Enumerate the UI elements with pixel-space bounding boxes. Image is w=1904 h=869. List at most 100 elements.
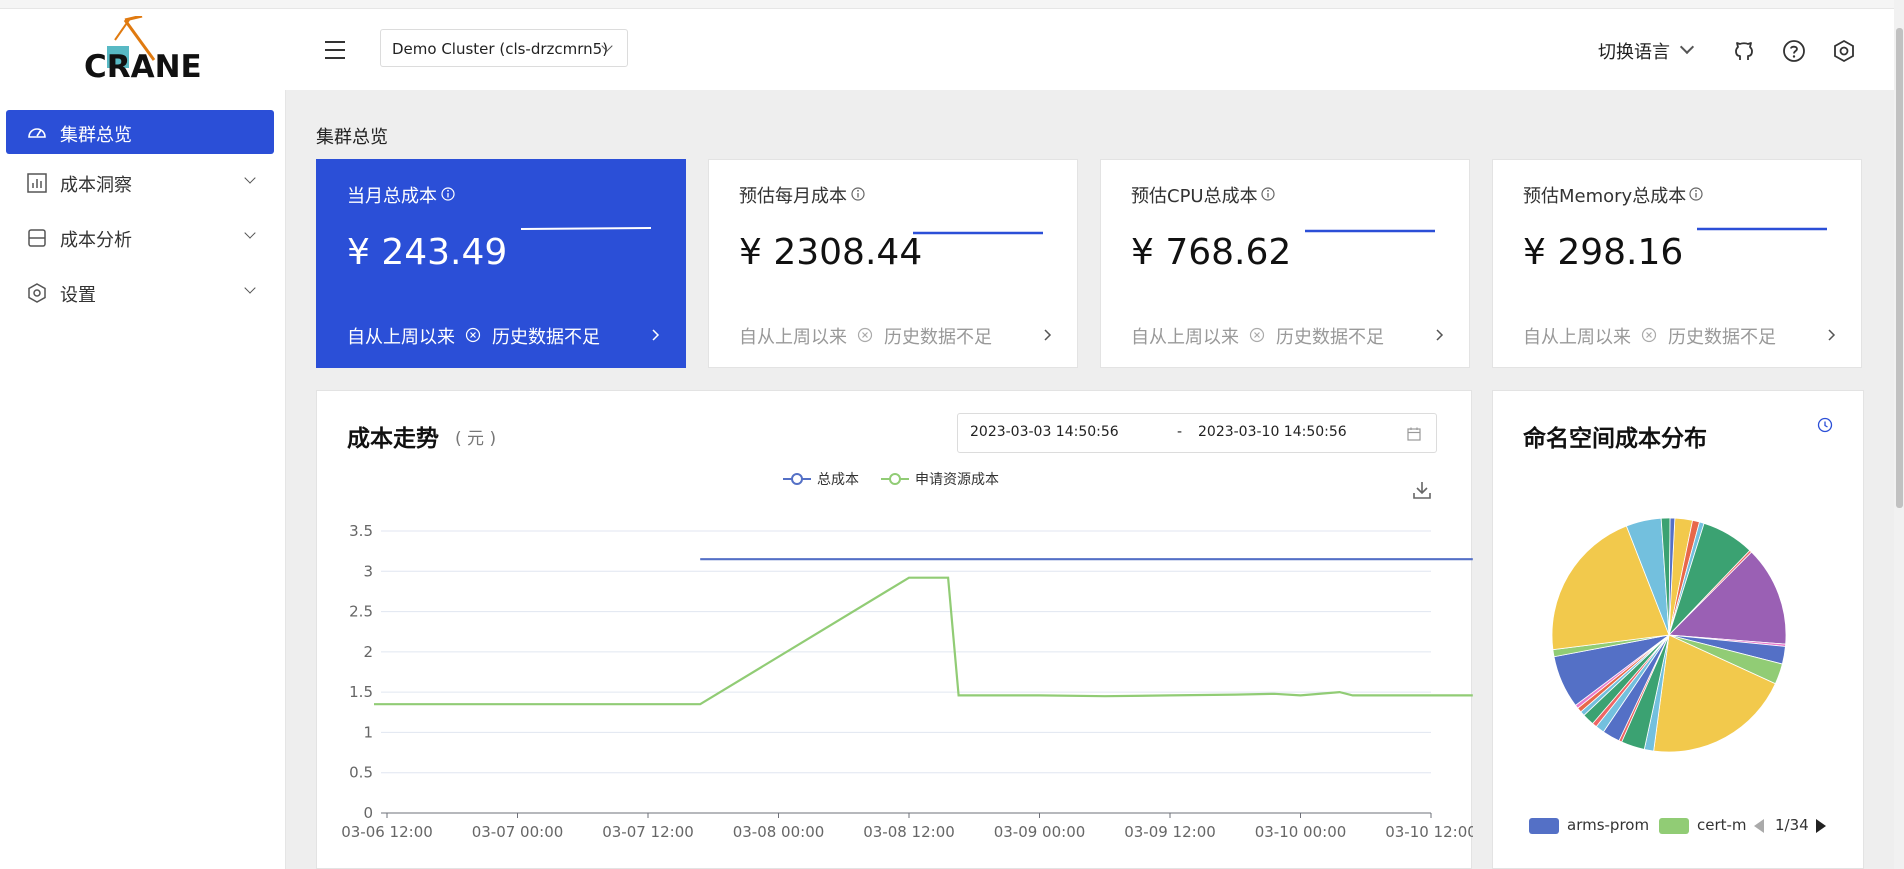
x-tick-label: 03-09 12:00: [1124, 823, 1216, 841]
close-circle-icon: [1249, 327, 1265, 343]
trend-unit: ( 元 ): [455, 429, 497, 449]
sidebar-item-label: 成本洞察: [60, 175, 132, 196]
card-since-label: 自从上周以来: [1523, 327, 1631, 348]
chevron-down-icon: [244, 172, 256, 184]
legend-label: 总成本: [817, 472, 859, 488]
cluster-select[interactable]: Demo Cluster (cls-drzcmrn5): [380, 29, 628, 67]
card-monthly-total-cost[interactable]: 当月总成本 ¥ 243.49 自从上周以来 历史数据不足: [316, 159, 686, 368]
x-tick-label: 03-09 00:00: [994, 823, 1086, 841]
legend-swatch: [1659, 818, 1689, 834]
card-value: ¥ 243.49: [347, 232, 508, 273]
sidebar-item-cost-insight[interactable]: 成本洞察: [6, 160, 274, 204]
card-status: 历史数据不足: [1668, 327, 1776, 348]
bar-chart-icon: [27, 173, 47, 193]
language-label: 切换语言: [1598, 42, 1670, 63]
card-value: ¥ 2308.44: [739, 232, 923, 273]
card-estimated-memory-cost[interactable]: 预估Memory总成本 ¥ 298.16 自从上周以来 历史数据不足: [1492, 159, 1862, 368]
y-tick-label: 2.5: [349, 603, 373, 621]
close-circle-icon: [465, 327, 481, 343]
language-switch[interactable]: 切换语言: [1598, 38, 1695, 64]
legend-marker: [783, 473, 811, 485]
info-icon[interactable]: [441, 187, 455, 201]
sparkline: [1305, 229, 1435, 233]
settings-icon[interactable]: [1832, 39, 1856, 63]
legend-label: cert-m: [1697, 816, 1747, 834]
chevron-right-icon[interactable]: [1042, 328, 1054, 342]
card-title: 预估CPU总成本: [1131, 186, 1258, 207]
card-estimated-cpu-cost[interactable]: 预估CPU总成本 ¥ 768.62 自从上周以来 历史数据不足: [1100, 159, 1470, 368]
sidebar-item-settings[interactable]: 设置: [6, 270, 274, 314]
svg-text:CRANE: CRANE: [84, 49, 202, 80]
y-tick-label: 2: [363, 643, 373, 661]
card-status: 历史数据不足: [1276, 327, 1384, 348]
x-tick-label: 03-06 12:00: [341, 823, 433, 841]
date-end: 2023-03-10 14:50:56: [1198, 424, 1347, 440]
namespace-cost-panel: 命名空间成本分布: [1492, 390, 1864, 869]
card-value: ¥ 768.62: [1131, 232, 1292, 273]
x-tick-label: 03-08 12:00: [863, 823, 955, 841]
x-tick-label: 03-10 12:00: [1385, 823, 1473, 841]
info-icon[interactable]: [1261, 187, 1275, 201]
cluster-select-value: Demo Cluster (cls-drzcmrn5): [392, 40, 609, 58]
legend-label: 申请资源成本: [915, 472, 999, 488]
y-tick-label: 3.5: [349, 522, 373, 540]
card-estimated-monthly-cost[interactable]: 预估每月成本 ¥ 2308.44 自从上周以来 历史数据不足: [708, 159, 1078, 368]
y-tick-label: 3: [363, 562, 373, 580]
chevron-down-icon: [244, 227, 256, 239]
sparkline: [913, 231, 1043, 235]
menu-toggle-icon[interactable]: [325, 41, 345, 59]
close-circle-icon: [1641, 327, 1657, 343]
sparkline: [1697, 227, 1827, 231]
card-since-label: 自从上周以来: [1131, 327, 1239, 348]
pager-next-icon[interactable]: [1814, 818, 1828, 834]
dashboard-icon: [28, 128, 46, 138]
analysis-icon: [28, 229, 46, 247]
card-since-label: 自从上周以来: [347, 327, 455, 348]
x-tick-label: 03-07 00:00: [472, 823, 564, 841]
sidebar-item-label: 集群总览: [60, 125, 132, 146]
browser-edge: [0, 0, 1904, 9]
card-title: 预估Memory总成本: [1523, 186, 1687, 207]
series-line-1: [374, 576, 1473, 706]
sidebar-item-cost-analysis[interactable]: 成本分析: [6, 215, 274, 259]
card-since-label: 自从上周以来: [739, 327, 847, 348]
sparkline: [521, 227, 651, 230]
card-title: 当月总成本: [347, 186, 437, 207]
namespace-pie-chart: [1551, 517, 1787, 753]
trend-title: 成本走势: [347, 426, 439, 452]
y-tick-label: 1: [363, 723, 373, 741]
chevron-right-icon[interactable]: [1434, 328, 1446, 342]
help-icon[interactable]: [1782, 39, 1806, 63]
github-icon[interactable]: [1732, 39, 1756, 63]
settings-icon: [28, 283, 46, 303]
y-tick-label: 0: [363, 804, 373, 822]
sidebar-item-label: 设置: [60, 285, 96, 306]
cost-trend-chart: 0 0.5 1 1.5 2 2.5 3 3.5 03-06 12:00 03-07 00:00 03…: [341, 522, 1473, 841]
chevron-right-icon[interactable]: [1826, 328, 1838, 342]
x-tick-label: 03-10 00:00: [1255, 823, 1347, 841]
info-icon[interactable]: [1689, 187, 1703, 201]
y-tick-label: 0.5: [349, 764, 373, 782]
date-range-picker[interactable]: 2023-03-03 14:50:56 - 2023-03-10 14:50:5…: [957, 413, 1437, 453]
card-status: 历史数据不足: [492, 327, 600, 348]
chevron-right-icon[interactable]: [650, 328, 662, 342]
x-tick-label: 03-08 00:00: [733, 823, 825, 841]
y-tick-label: 1.5: [349, 683, 373, 701]
card-value: ¥ 298.16: [1523, 232, 1684, 273]
page-title: 集群总览: [316, 127, 388, 148]
sidebar-item-cluster-overview[interactable]: 集群总览: [6, 110, 274, 154]
date-separator: -: [1177, 424, 1183, 440]
pie-title: 命名空间成本分布: [1523, 426, 1707, 452]
clock-icon[interactable]: [1817, 417, 1833, 433]
scrollbar-thumb[interactable]: [1896, 28, 1903, 508]
card-status: 历史数据不足: [884, 327, 992, 348]
download-icon[interactable]: [1411, 479, 1433, 501]
legend-swatch: [1529, 818, 1559, 834]
pager-prev-icon[interactable]: [1752, 818, 1766, 834]
legend-marker: [881, 473, 909, 485]
info-icon[interactable]: [851, 187, 865, 201]
crane-logo: CRANE: [84, 16, 202, 80]
date-start: 2023-03-03 14:50:56: [970, 424, 1119, 440]
cost-trend-panel: 成本走势 ( 元 ) 2023-03-03 14:50:56 - 2023-03…: [316, 390, 1473, 869]
calendar-icon: [1407, 427, 1421, 441]
